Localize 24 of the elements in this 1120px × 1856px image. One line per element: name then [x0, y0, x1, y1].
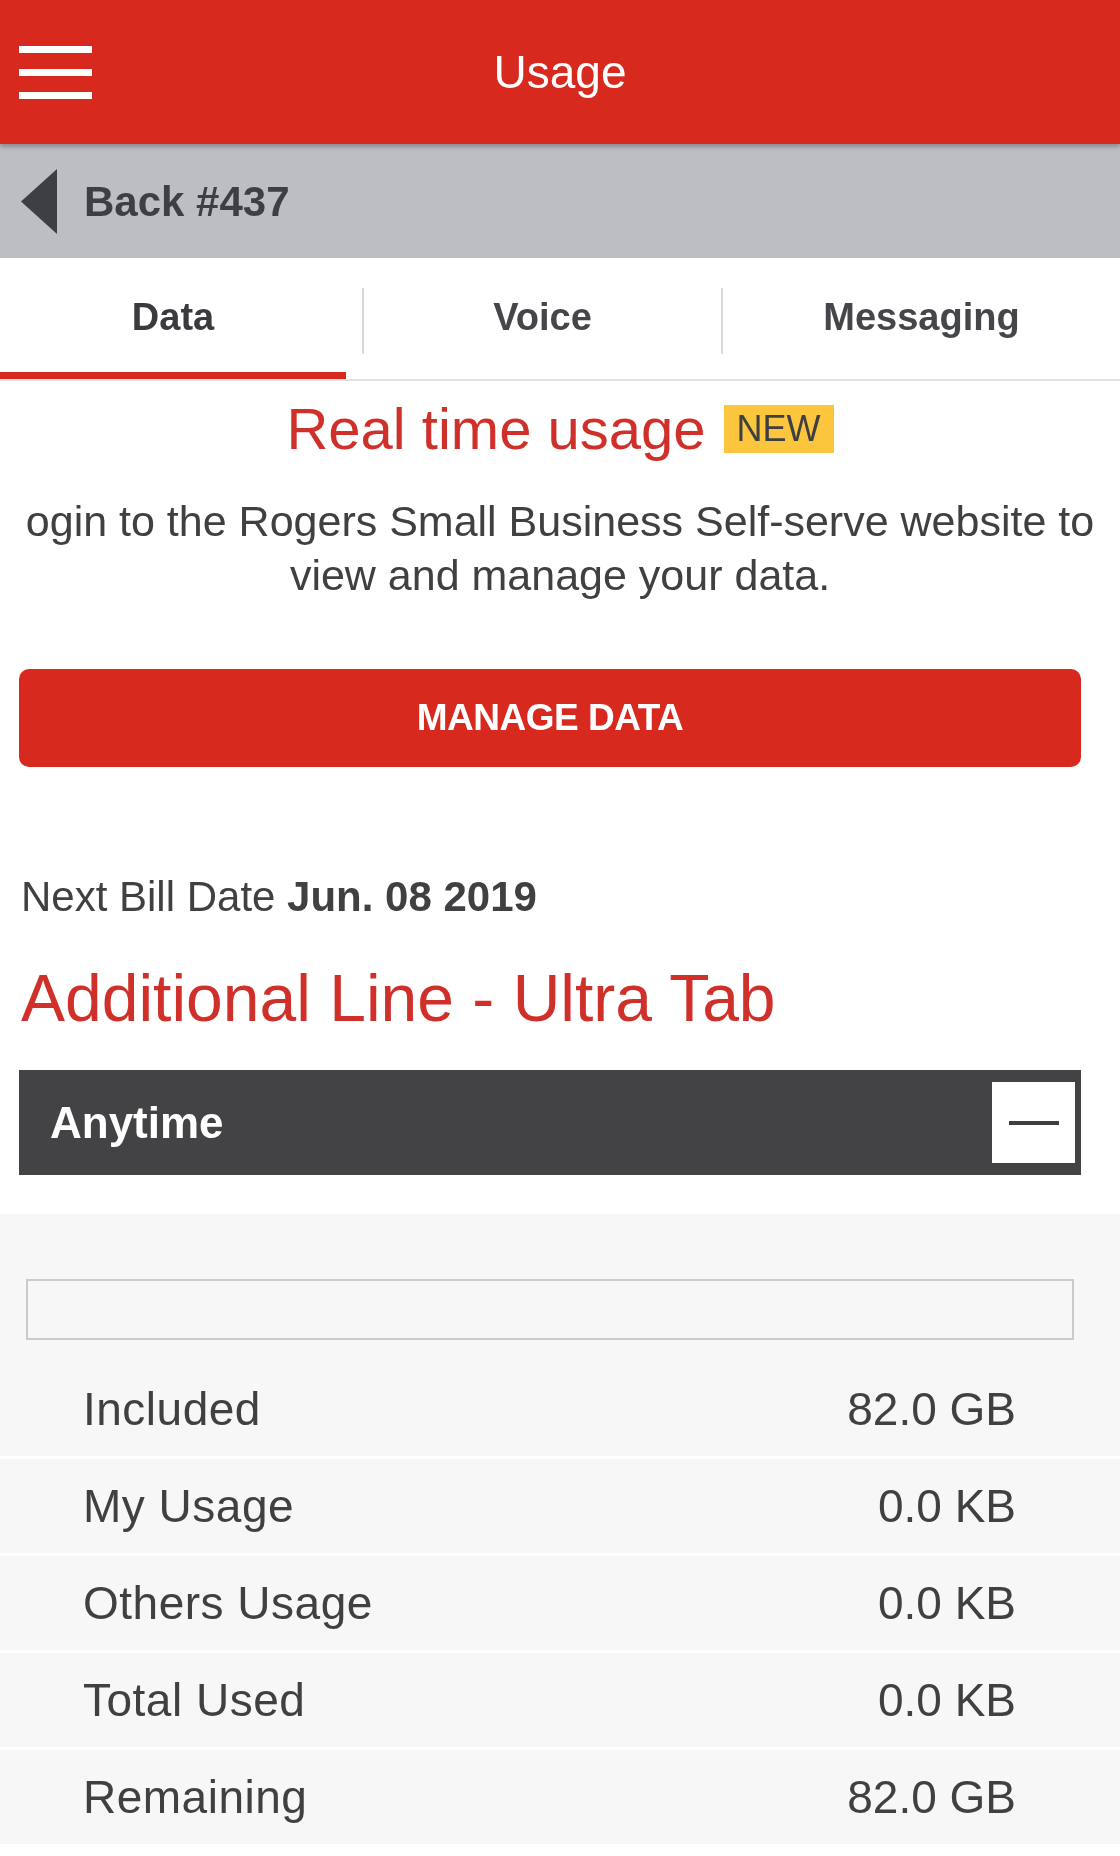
new-badge: NEW — [723, 405, 834, 453]
section-title: Anytime — [50, 1100, 224, 1145]
row-label: Included — [83, 1381, 261, 1437]
next-bill-date: Next Bill Date Jun. 08 2019 — [21, 872, 537, 922]
row-value: 0.0 KB — [877, 1575, 1016, 1631]
row-label: Others Usage — [83, 1575, 373, 1631]
row-label: Remaining — [83, 1769, 308, 1825]
back-arrow-icon — [21, 168, 57, 234]
menu-icon — [19, 45, 92, 99]
promo-text: ogin to the Rogers Small Business Self-serve website to view and manage your data. — [24, 496, 1096, 601]
tab[interactable]: Messaging — [723, 262, 1120, 379]
manage-data-button[interactable]: MANAGE DATA — [19, 669, 1081, 767]
row-value: 0.0 KB — [877, 1478, 1016, 1534]
tab[interactable]: Data — [0, 262, 346, 379]
row-value: 0.0 KB — [877, 1672, 1016, 1728]
row-label: Total Used — [83, 1672, 306, 1728]
collapse-button[interactable] — [992, 1082, 1075, 1163]
menu-button[interactable] — [19, 45, 92, 99]
minus-icon — [1008, 1120, 1059, 1125]
row-value: 82.0 GB — [847, 1769, 1016, 1825]
row-value: 82.0 GB — [847, 1381, 1016, 1437]
plan-title: Additional Line - Ultra Tab — [21, 960, 776, 1036]
row-label: My Usage — [83, 1478, 295, 1534]
tab[interactable]: Voice — [364, 262, 721, 379]
